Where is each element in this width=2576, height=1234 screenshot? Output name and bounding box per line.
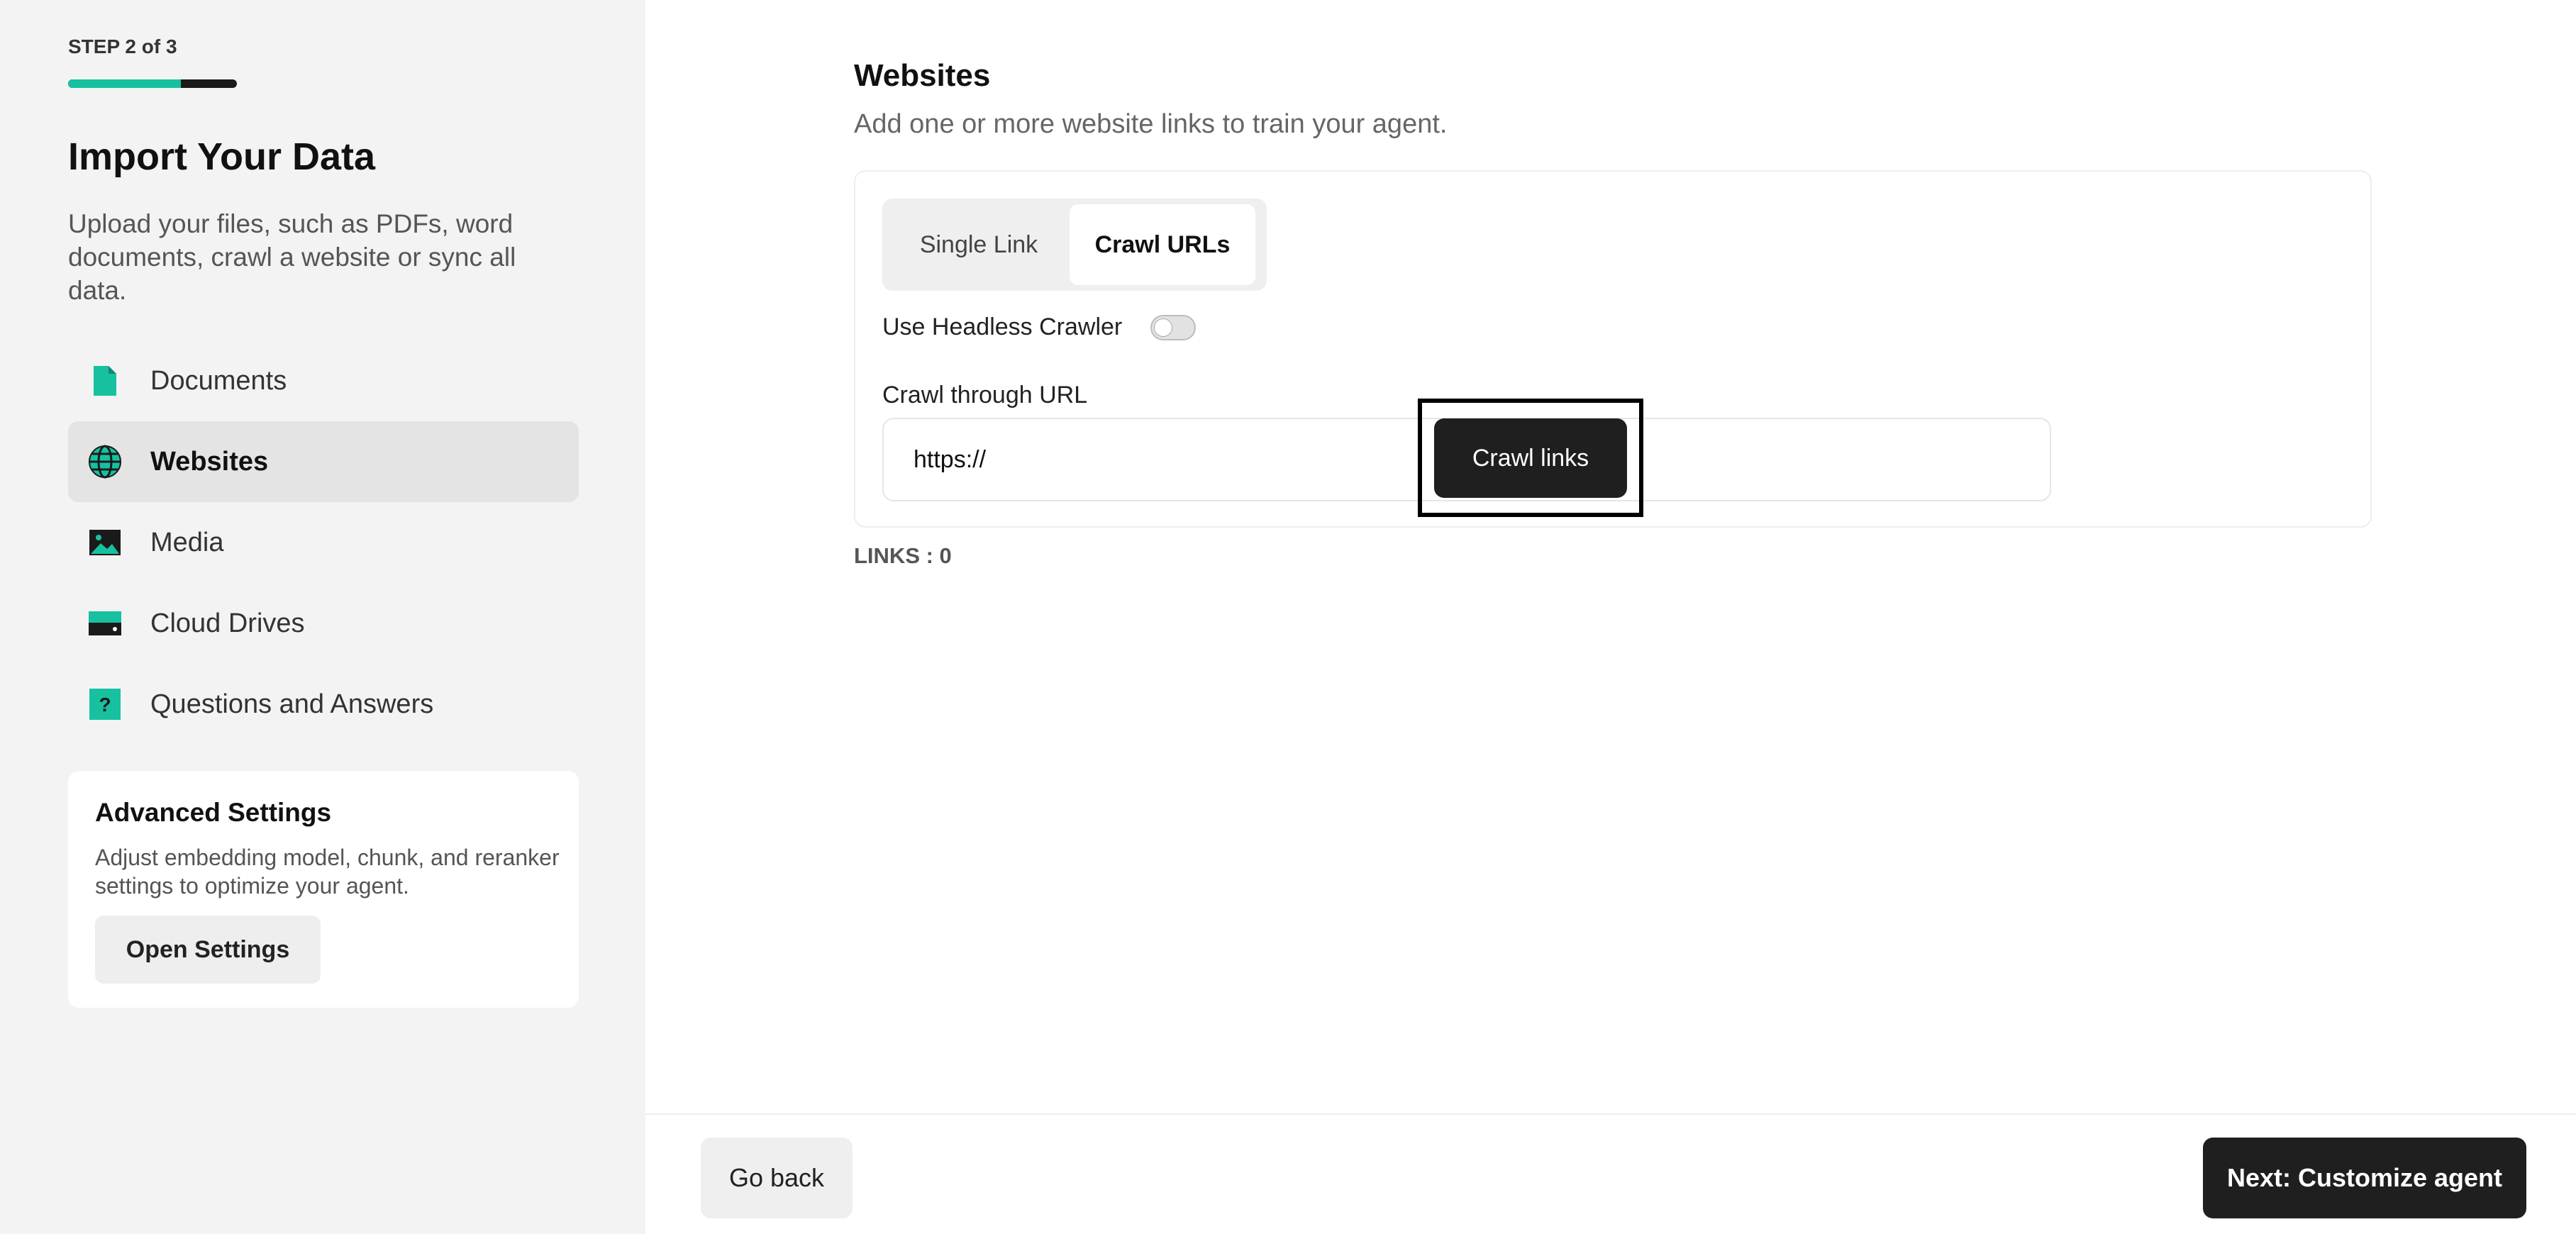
sidebar-item-label: Websites bbox=[150, 446, 269, 477]
app-window: STEP 2 of 3 Import Your Data Upload your… bbox=[0, 0, 2576, 1234]
sidebar-item-label: Cloud Drives bbox=[150, 608, 305, 638]
svg-text:?: ? bbox=[99, 694, 111, 716]
page-title: Websites bbox=[854, 58, 991, 93]
step-label: STEP 2 of 3 bbox=[68, 35, 177, 57]
sidebar-description: Upload your files, such as PDFs, word do… bbox=[68, 209, 516, 305]
question-icon: ? bbox=[85, 684, 125, 724]
tab-crawl-urls[interactable]: Crawl URLs bbox=[1070, 204, 1255, 285]
tab-single-link[interactable]: Single Link bbox=[888, 204, 1070, 285]
sidebar-item-media[interactable]: Media bbox=[68, 502, 579, 583]
crawl-links-button[interactable]: Crawl links bbox=[1434, 418, 1627, 498]
document-icon bbox=[85, 361, 125, 401]
sidebar-item-cloud-drives[interactable]: Cloud Drives bbox=[68, 583, 579, 664]
sidebar-item-documents[interactable]: Documents bbox=[68, 340, 579, 421]
globe-icon bbox=[85, 442, 125, 482]
headless-crawler-row: Use Headless Crawler bbox=[882, 313, 1197, 341]
sidebar-item-questions-answers[interactable]: ? Questions and Answers bbox=[68, 664, 579, 745]
image-icon bbox=[85, 523, 125, 562]
headless-crawler-label: Use Headless Crawler bbox=[882, 313, 1123, 340]
advanced-settings-card: Advanced Settings Adjust embedding model… bbox=[68, 771, 579, 1008]
advanced-settings-title: Advanced Settings bbox=[95, 798, 332, 827]
headless-crawler-toggle[interactable] bbox=[1150, 314, 1197, 340]
sidebar-item-label: Media bbox=[150, 527, 224, 557]
link-mode-tabs: Single Link Crawl URLs bbox=[882, 199, 1267, 291]
drive-icon bbox=[85, 604, 125, 643]
sidebar: STEP 2 of 3 Import Your Data Upload your… bbox=[0, 0, 645, 1234]
advanced-settings-description: Adjust embedding model, chunk, and reran… bbox=[95, 845, 560, 899]
next-customize-agent-button[interactable]: Next: Customize agent bbox=[2203, 1138, 2526, 1218]
sidebar-title: Import Your Data bbox=[68, 135, 376, 178]
step-progress-fill bbox=[68, 79, 181, 88]
main-content: Websites Add one or more website links t… bbox=[645, 0, 2576, 1234]
sidebar-item-websites[interactable]: Websites bbox=[68, 421, 579, 502]
crawl-url-label: Crawl through URL bbox=[882, 382, 1088, 408]
footer-divider bbox=[645, 1113, 2576, 1115]
sidebar-item-label: Documents bbox=[150, 365, 287, 396]
source-nav: Documents Websites Media Cloud Drives ? … bbox=[68, 340, 579, 745]
page-subtitle: Add one or more website links to train y… bbox=[854, 109, 1448, 139]
toggle-knob bbox=[1154, 318, 1173, 337]
go-back-button[interactable]: Go back bbox=[701, 1138, 853, 1218]
links-count: LINKS : 0 bbox=[854, 543, 952, 568]
step-progress-bar bbox=[68, 79, 237, 88]
sidebar-item-label: Questions and Answers bbox=[150, 689, 434, 719]
open-settings-button[interactable]: Open Settings bbox=[95, 916, 321, 984]
